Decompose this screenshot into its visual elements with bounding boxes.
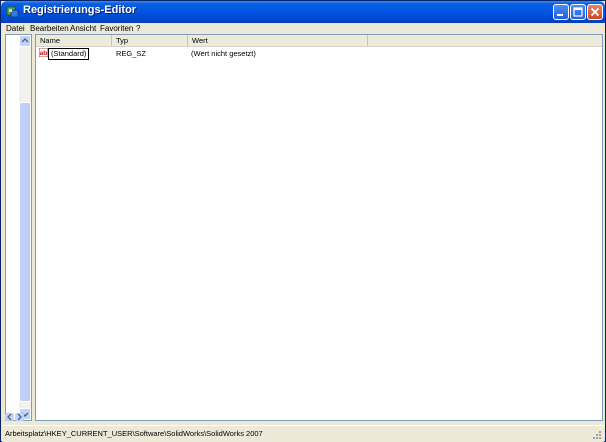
maximize-button[interactable] xyxy=(570,4,586,20)
svg-text:ab: ab xyxy=(40,50,48,57)
scroll-left-button[interactable] xyxy=(5,413,14,421)
title-bar[interactable]: Registrierungs-Editor xyxy=(1,1,605,23)
value-data: (Wert nicht gesetzt) xyxy=(191,49,256,58)
list-item[interactable]: ab (Standard) REG_SZ (Wert nicht gesetzt… xyxy=(36,48,602,60)
tree-horizontal-scrollbar[interactable] xyxy=(5,413,32,421)
tree-vertical-scrollbar[interactable] xyxy=(19,35,31,420)
value-name-edit[interactable]: (Standard) xyxy=(48,48,90,60)
menu-favoriten[interactable]: Favoriten xyxy=(100,24,133,33)
window-title: Registrierungs-Editor xyxy=(23,4,137,16)
status-path: Arbeitsplatz\HKEY_CURRENT_USER\Software\… xyxy=(5,429,263,438)
chevron-right-icon xyxy=(17,413,22,421)
status-bar: Arbeitsplatz\HKEY_CURRENT_USER\Software\… xyxy=(2,425,604,442)
menu-help[interactable]: ? xyxy=(136,24,140,33)
scroll-up-button[interactable] xyxy=(19,35,31,47)
chevron-left-icon xyxy=(7,413,12,421)
string-value-icon: ab xyxy=(39,48,48,57)
menu-datei[interactable]: Datei xyxy=(6,24,25,33)
regedit-window: Registrierungs-Editor Datei Bearbeiten A… xyxy=(0,0,606,442)
menu-bearbeiten[interactable]: Bearbeiten xyxy=(30,24,69,33)
scroll-thumb[interactable] xyxy=(19,102,31,402)
resize-grip-icon[interactable] xyxy=(592,430,602,440)
column-header-value[interactable]: Wert xyxy=(188,35,368,46)
menu-ansicht[interactable]: Ansicht xyxy=(70,24,96,33)
column-header-name[interactable]: Name xyxy=(36,35,112,46)
value-type: REG_SZ xyxy=(116,49,147,58)
close-button[interactable] xyxy=(587,4,603,20)
minimize-icon xyxy=(557,14,563,16)
list-header: Name Typ Wert xyxy=(36,35,602,47)
key-tree-pane[interactable] xyxy=(5,34,32,421)
chevron-up-icon xyxy=(21,38,29,43)
close-icon xyxy=(590,7,600,17)
maximize-icon xyxy=(573,7,583,17)
minimize-button[interactable] xyxy=(553,4,569,20)
scroll-right-button[interactable] xyxy=(15,413,24,421)
values-list-pane[interactable]: Name Typ Wert ab (Standard) REG_SZ (Wert… xyxy=(35,34,603,421)
regedit-icon xyxy=(6,6,19,18)
column-header-type[interactable]: Typ xyxy=(112,35,188,46)
